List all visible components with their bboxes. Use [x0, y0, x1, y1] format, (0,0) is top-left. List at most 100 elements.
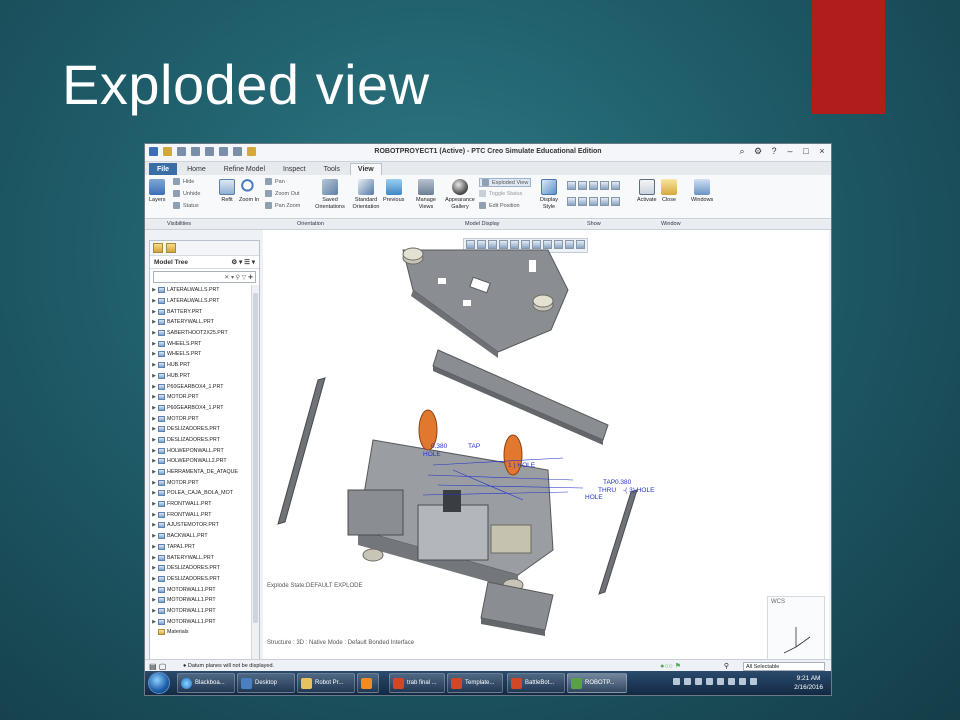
tab-home[interactable]: Home [179, 163, 214, 175]
expand-arrow-icon[interactable]: ▶ [150, 544, 158, 550]
group-model-display[interactable]: Model Display [465, 221, 500, 227]
model-tree-tab-icon[interactable] [153, 243, 163, 253]
expand-arrow-icon[interactable]: ▶ [150, 309, 158, 315]
tray-icon-6[interactable] [728, 678, 735, 685]
model-tree-item[interactable]: ▶ HERRAMENTA_DE_ATAQUE [150, 467, 252, 478]
model-tree-item[interactable]: ▶ P60GEARBOX4_1.PRT [150, 381, 252, 392]
model-tree-item[interactable]: ▶ BATERYWALL.PRT [150, 317, 252, 328]
tray-icon-2[interactable] [684, 678, 691, 685]
tray-icon-5[interactable] [717, 678, 724, 685]
scroll-thumb[interactable] [253, 293, 258, 623]
selection-filter-select[interactable]: All Selectable [743, 662, 825, 671]
tray-icon-1[interactable] [673, 678, 680, 685]
help-icon[interactable]: ? [769, 146, 779, 157]
taskbar-item-robot-folder[interactable]: Robot Pr... [297, 673, 355, 693]
taskbar-item-desktop[interactable]: Desktop [237, 673, 295, 693]
message-log-icon[interactable]: ▤ ▢ [149, 662, 166, 671]
expand-arrow-icon[interactable]: ▶ [150, 565, 158, 571]
expand-arrow-icon[interactable]: ▶ [150, 330, 158, 336]
plane-tag-icon[interactable] [567, 197, 576, 206]
csys-display-icon[interactable] [600, 181, 609, 190]
expand-arrow-icon[interactable]: ▶ [150, 533, 158, 539]
expand-arrow-icon[interactable]: ▶ [150, 512, 158, 518]
expand-arrow-icon[interactable]: ▶ [150, 608, 158, 614]
taskbar-item-creo[interactable]: ROBOTP... [567, 673, 627, 693]
tab-refine-model[interactable]: Refine Model [216, 163, 273, 175]
pan-zoom-button[interactable]: Pan Zoom [265, 202, 300, 209]
toggle-status-button[interactable]: Toggle Status [479, 190, 522, 197]
close-model-button[interactable]: Close [661, 179, 677, 204]
zoom-out-button[interactable]: Zoom Out [265, 190, 299, 197]
tab-tools[interactable]: Tools [316, 163, 348, 175]
expand-arrow-icon[interactable]: ▶ [150, 287, 158, 293]
expand-arrow-icon[interactable]: ▶ [150, 576, 158, 582]
model-tree-item[interactable]: ▶ FRONTWALL.PRT [150, 509, 252, 520]
expand-arrow-icon[interactable]: ▶ [150, 426, 158, 432]
model-tree-item[interactable]: ▶ TAPA1.PRT [150, 542, 252, 553]
refit-button[interactable]: Refit [219, 179, 235, 204]
spin-center-icon[interactable] [611, 181, 620, 190]
zoom-in-button[interactable]: Zoom In [239, 179, 259, 204]
manage-views-button[interactable]: Manage Views [413, 179, 439, 211]
expand-arrow-icon[interactable]: ▶ [150, 384, 158, 390]
model-tree-item[interactable]: ▶ FRONTWALL.PRT [150, 499, 252, 510]
expand-arrow-icon[interactable]: ▶ [150, 480, 158, 486]
model-tree-item[interactable]: ▶ DESLIZADORES.PRT [150, 574, 252, 585]
taskbar-item-blackboard[interactable]: Blackboa... [177, 673, 235, 693]
expand-arrow-icon[interactable]: ▶ [150, 437, 158, 443]
model-tree-item[interactable]: ▶ MOTORWALL1.PRT [150, 616, 252, 627]
model-tree-item[interactable]: ▶ MOTORWALL1.PRT [150, 595, 252, 606]
model-tree-scrollbar[interactable] [251, 285, 259, 666]
model-tree-item[interactable]: ▶ HUB.PRT [150, 360, 252, 371]
model-tree-search-input[interactable]: ✕ ▾ ⚲ ▽ ✚ [153, 271, 256, 283]
folder-browser-tab-icon[interactable] [166, 243, 176, 253]
model-tree-item[interactable]: ▶ HOLWEPONWALL2.PRT [150, 456, 252, 467]
expand-arrow-icon[interactable]: ▶ [150, 362, 158, 368]
tray-icon-8[interactable] [750, 678, 757, 685]
tab-inspect[interactable]: Inspect [275, 163, 314, 175]
status-button[interactable]: Status [173, 202, 199, 209]
model-tree-item[interactable]: ▶ LATERALWALLS.PRT [150, 285, 252, 296]
tray-icon-3[interactable] [695, 678, 702, 685]
model-tree-item[interactable]: ▶ MOTOR.PRT [150, 392, 252, 403]
activate-button[interactable]: Activate [637, 179, 657, 204]
expand-arrow-icon[interactable]: ▶ [150, 587, 158, 593]
expand-arrow-icon[interactable]: ▶ [150, 490, 158, 496]
windows-button[interactable]: Windows [691, 179, 713, 204]
expand-arrow-icon[interactable]: ▶ [150, 555, 158, 561]
expand-arrow-icon[interactable]: ▶ [150, 619, 158, 625]
hide-button[interactable]: Hide [173, 178, 194, 185]
expand-arrow-icon[interactable]: ▶ [150, 341, 158, 347]
model-tree-item[interactable]: ▶ HOLWEPONWALL.PRT [150, 445, 252, 456]
model-tree-item[interactable]: ▶ DESLIZADORES.PRT [150, 563, 252, 574]
expand-arrow-icon[interactable]: ▶ [150, 351, 158, 357]
model-tree-item[interactable]: ▶ P60GEARBOX4_1.PRT [150, 403, 252, 414]
model-tree-item[interactable]: ▶ POLEA_CAJA_BOLA_MOT [150, 488, 252, 499]
tree-settings-icon[interactable]: ⚙ ▾ ☰ ▾ [231, 258, 255, 266]
model-tree-item[interactable]: ▶ LATERALWALLS.PRT [150, 296, 252, 307]
plane-display-icon[interactable] [567, 181, 576, 190]
expand-arrow-icon[interactable]: ▶ [150, 448, 158, 454]
model-tree-item[interactable]: ▶ MOTORWALL1.PRT [150, 606, 252, 617]
minimize-button[interactable]: – [785, 146, 795, 157]
csys-tag-icon[interactable] [600, 197, 609, 206]
exploded-view-button[interactable]: Exploded View [479, 178, 532, 187]
axis-tag-icon[interactable] [578, 197, 587, 206]
model-tree-item[interactable]: ▶ DESLIZADORES.PRT [150, 435, 252, 446]
taskbar-item-template[interactable]: Template... [447, 673, 503, 693]
group-orientation[interactable]: Orientation [297, 221, 324, 227]
model-tree-item[interactable]: ▶ MOTOR.PRT [150, 477, 252, 488]
model-tree-item[interactable]: ▶ SABERTHOOT2X25.PRT [150, 328, 252, 339]
standard-orientation-button[interactable]: Standard Orientation [351, 179, 381, 211]
model-tree-item[interactable]: ▶ HUB.PRT [150, 371, 252, 382]
annotation-display-icon[interactable] [611, 197, 620, 206]
expand-arrow-icon[interactable]: ▶ [150, 597, 158, 603]
search-icon[interactable]: ⌕ [737, 146, 747, 157]
expand-arrow-icon[interactable]: ▶ [150, 458, 158, 464]
model-tree-item[interactable]: ▶ BATTERY.PRT [150, 306, 252, 317]
point-tag-icon[interactable] [589, 197, 598, 206]
expand-arrow-icon[interactable]: ▶ [150, 469, 158, 475]
model-tree-item[interactable]: ▶ DESLIZADORES.PRT [150, 424, 252, 435]
clear-search-icon[interactable]: ✕ ▾ ⚲ ▽ ✚ [224, 274, 253, 281]
tray-icon-7[interactable] [739, 678, 746, 685]
